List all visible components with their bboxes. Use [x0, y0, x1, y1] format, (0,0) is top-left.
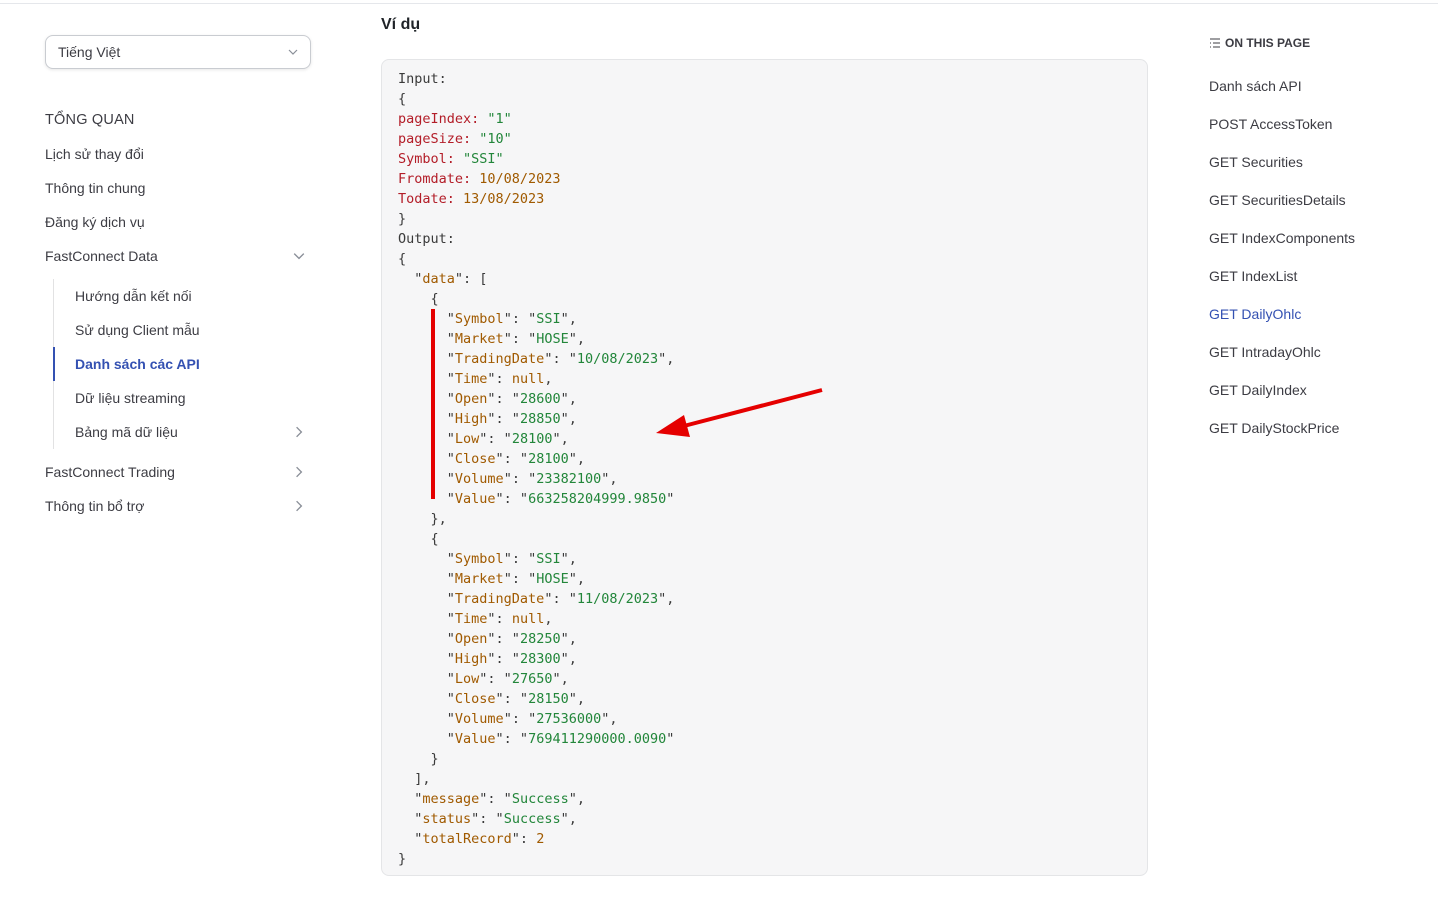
chevron-right-icon[interactable] — [293, 500, 305, 512]
code-content: Input: { pageIndex: "1" pageSize: "10" S… — [398, 71, 675, 867]
code-block: Input: { pageIndex: "1" pageSize: "10" S… — [381, 59, 1148, 876]
sidebar-subitem-bang-ma[interactable]: Bảng mã dữ liệu — [75, 415, 313, 449]
annotation-bar — [431, 309, 435, 499]
sidebar-subitem-label: Danh sách các API — [75, 356, 200, 372]
sidebar-subitem-huong-dan[interactable]: Hướng dẫn kết nối — [75, 279, 313, 313]
sidebar-item-thong-tin-bo-tro[interactable]: Thông tin bổ trợ — [45, 489, 313, 523]
toc-item[interactable]: POST AccessToken — [1209, 105, 1409, 143]
sidebar-item-label: Lịch sử thay đổi — [45, 146, 144, 162]
toc-item[interactable]: GET DailyStockPrice — [1209, 409, 1409, 447]
sidebar-subitem-label: Sử dụng Client mẫu — [75, 322, 200, 338]
sidebar-subitem-label: Dữ liệu streaming — [75, 390, 186, 406]
top-divider — [0, 3, 1438, 4]
toc-item[interactable]: GET DailyIndex — [1209, 371, 1409, 409]
toc-item[interactable]: GET DailyOhlc — [1209, 295, 1409, 333]
toc-item[interactable]: GET IndexComponents — [1209, 219, 1409, 257]
sidebar-subitem-danh-sach-api[interactable]: Danh sách các API — [75, 347, 313, 381]
sidebar-item-label: FastConnect Data — [45, 248, 158, 264]
toc-item[interactable]: GET IndexList — [1209, 257, 1409, 295]
toc-header: ON THIS PAGE — [1209, 35, 1409, 51]
toc-list: Danh sách API POST AccessToken GET Securit… — [1209, 67, 1409, 447]
chevron-right-icon[interactable] — [293, 426, 305, 438]
annotation-arrow-icon — [656, 388, 823, 437]
sidebar-subitem-label: Hướng dẫn kết nối — [75, 288, 192, 304]
active-indicator — [53, 347, 55, 381]
sidebar-item-label: Đăng ký dịch vụ — [45, 214, 145, 230]
toc-item[interactable]: Danh sách API — [1209, 67, 1409, 105]
sidebar-item-label: FastConnect Trading — [45, 464, 175, 480]
sidebar-item-dang-ky[interactable]: Đăng ký dịch vụ — [45, 205, 313, 239]
sidebar-item-thong-tin-chung[interactable]: Thông tin chung — [45, 171, 313, 205]
toc-item[interactable]: GET IntradayOhlc — [1209, 333, 1409, 371]
sidebar-item-label: Thông tin bổ trợ — [45, 498, 145, 514]
language-select-value: Tiếng Việt — [58, 44, 121, 60]
sidebar-item-fastconnect-data[interactable]: FastConnect Data — [45, 239, 313, 273]
chevron-right-icon[interactable] — [293, 466, 305, 478]
section-title: Ví dụ — [381, 16, 421, 33]
sidebar-item-label: TỔNG QUAN — [45, 112, 135, 128]
sidebar-nav: TỔNG QUAN Lịch sử thay đổi Thông tin chu… — [45, 103, 313, 523]
toc-item[interactable]: GET Securities — [1209, 143, 1409, 181]
on-this-page: ON THIS PAGE Danh sách API POST AccessTok… — [1209, 35, 1409, 447]
sidebar-item-lich-su[interactable]: Lịch sử thay đổi — [45, 137, 313, 171]
sidebar-subitem-client-mau[interactable]: Sử dụng Client mẫu — [75, 313, 313, 347]
sidebar-subitem-label: Bảng mã dữ liệu — [75, 424, 178, 440]
sidebar-item-tong-quan[interactable]: TỔNG QUAN — [45, 103, 313, 137]
sidebar-item-fastconnect-trading[interactable]: FastConnect Trading — [45, 455, 313, 489]
toc-title: ON THIS PAGE — [1225, 36, 1311, 50]
chevron-down-icon — [288, 49, 298, 55]
sidebar: Tiếng Việt TỔNG QUAN Lịch sử thay đổi Th… — [45, 35, 313, 523]
chevron-down-icon[interactable] — [293, 250, 305, 262]
sidebar-subitem-streaming[interactable]: Dữ liệu streaming — [75, 381, 313, 415]
sidebar-item-label: Thông tin chung — [45, 180, 146, 196]
language-select[interactable]: Tiếng Việt — [45, 35, 311, 69]
list-icon — [1210, 38, 1220, 48]
sidebar-subnav: Hướng dẫn kết nối Sử dụng Client mẫu Dan… — [53, 279, 313, 449]
toc-item[interactable]: GET SecuritiesDetails — [1209, 181, 1409, 219]
